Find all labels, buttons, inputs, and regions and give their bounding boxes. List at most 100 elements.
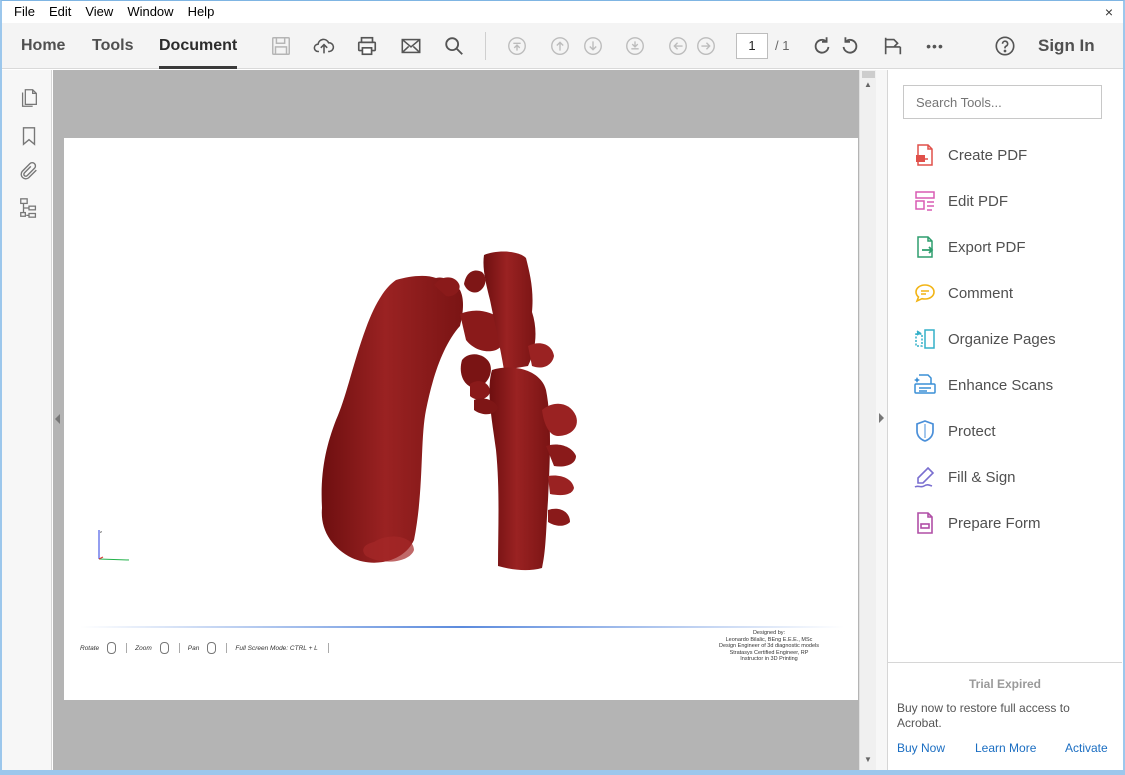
forward-icon[interactable] [694,34,718,58]
3d-navigation-hints: Rotate Zoom Pan Full Screen Mode: CTRL +… [80,642,337,654]
mouse-icon [207,642,217,654]
tool-label: Fill & Sign [948,468,1016,486]
collapse-left-pane-icon[interactable] [54,413,62,425]
page-total: / 1 [775,38,790,53]
zoom-hint: Zoom [135,642,169,654]
attachments-icon[interactable] [18,160,40,182]
hint-separator [126,643,128,653]
trial-message: Buy now to restore full access to Acroba… [897,701,1070,730]
page-divider [80,626,844,628]
page-thumbnails-icon[interactable] [18,87,40,109]
tool-label: Protect [948,422,996,440]
tool-enhance-scans[interactable]: Enhance Scans [888,362,1122,408]
more-icon[interactable]: ••• [923,34,947,58]
close-document-button[interactable]: × [1105,3,1113,21]
fill-sign-icon [913,465,937,489]
tool-fill-sign[interactable]: Fill & Sign [888,454,1122,500]
organize-pages-icon [913,327,937,351]
activate-link[interactable]: Activate [1065,741,1108,755]
bookmarks-icon[interactable] [18,125,40,147]
email-icon[interactable] [399,34,423,58]
tool-organize-pages[interactable]: Organize Pages [888,316,1122,362]
menu-file[interactable]: File [8,2,41,22]
next-page-icon[interactable] [581,34,605,58]
read-mode-icon[interactable] [881,34,905,58]
right-pane-toggle[interactable] [876,70,887,770]
tools-pane: Create PDF Edit PDF Export PDF Comment O… [887,70,1122,770]
tool-label: Comment [948,284,1014,302]
scroll-down-arrow-icon[interactable]: ▼ [864,755,872,764]
first-page-icon[interactable] [505,34,529,58]
menu-help[interactable]: Help [182,2,221,22]
pdf-page[interactable]: z Rotate Zoom Pan Full Screen Mode: CTRL… [64,138,858,700]
menu-window[interactable]: Window [121,2,179,22]
learn-more-link[interactable]: Learn More [975,741,1036,755]
toolbar-separator [485,32,486,60]
protect-icon [913,419,937,443]
buy-now-link[interactable]: Buy Now [897,741,945,755]
tool-list: Create PDF Edit PDF Export PDF Comment O… [888,132,1122,546]
rotate-hint-label: Rotate [80,644,100,652]
model-tree-icon[interactable] [18,197,40,219]
help-icon[interactable] [993,34,1017,58]
tool-protect[interactable]: Protect [888,408,1122,454]
rotate-hint: Rotate [80,642,117,654]
tool-label: Prepare Form [948,514,1041,532]
zoom-hint-label: Zoom [135,644,152,652]
vertical-scrollbar[interactable]: ▲ ▼ [859,70,876,770]
tool-comment[interactable]: Comment [888,270,1122,316]
rotate-cw-icon[interactable] [810,34,834,58]
print-icon[interactable] [355,34,379,58]
tool-create-pdf[interactable]: Create PDF [888,132,1122,178]
3d-model-render[interactable] [314,250,584,572]
document-viewport[interactable]: z Rotate Zoom Pan Full Screen Mode: CTRL… [53,70,859,770]
last-page-icon[interactable] [623,34,647,58]
comment-icon [913,281,937,305]
back-icon[interactable] [666,34,690,58]
tab-tools[interactable]: Tools [92,23,133,69]
navigation-pane [2,70,52,770]
tool-label: Create PDF [948,146,1028,164]
rotate-ccw-icon[interactable] [838,34,862,58]
scrollbar-thumb[interactable] [862,71,875,78]
fullscreen-hint: Full Screen Mode: CTRL + L [235,645,317,652]
enhance-scans-icon [913,373,937,397]
sign-in-button[interactable]: Sign In [1038,36,1095,56]
tool-prepare-form[interactable]: Prepare Form [888,500,1122,546]
tool-label: Enhance Scans [948,376,1054,394]
trial-expired-panel: Trial Expired Buy now to restore full ac… [888,662,1122,770]
collapse-right-pane-icon[interactable] [878,413,885,423]
menu-view[interactable]: View [79,2,119,22]
credit-line: Instructor in 3D Printing [740,656,798,662]
tool-label: Organize Pages [948,330,1056,348]
search-tools-input[interactable] [903,85,1102,119]
save-icon[interactable] [269,34,293,58]
tab-home[interactable]: Home [21,23,65,69]
svg-text:z: z [100,529,102,534]
axis-triad-icon: z [98,529,130,561]
designer-credits: Designed by: Leonardo Bilalic, BEng E.E.… [694,630,844,663]
mouse-icon [159,642,169,654]
export-pdf-icon [913,235,937,259]
mouse-icon [107,642,117,654]
tool-export-pdf[interactable]: Export PDF [888,224,1122,270]
prev-page-icon[interactable] [548,34,572,58]
create-pdf-icon [913,143,937,167]
hint-separator [226,643,228,653]
scroll-up-arrow-icon[interactable]: ▲ [864,80,872,89]
hint-separator [178,643,180,653]
search-icon[interactable] [442,34,466,58]
edit-pdf-icon [913,189,937,213]
fullscreen-hint-label: Full Screen Mode: CTRL + L [235,644,318,652]
upload-icon[interactable] [312,34,336,58]
hint-separator [327,643,329,653]
pan-hint: Pan [188,642,217,654]
tool-edit-pdf[interactable]: Edit PDF [888,178,1122,224]
main-toolbar: Home Tools Document 1 / 1 ••• Sign In [2,23,1123,69]
tab-document[interactable]: Document [159,23,238,69]
page-number-input[interactable]: 1 [736,33,768,59]
menu-edit[interactable]: Edit [43,2,77,22]
prepare-form-icon [913,511,937,535]
tool-label: Edit PDF [948,192,1009,210]
tool-label: Export PDF [948,238,1026,256]
